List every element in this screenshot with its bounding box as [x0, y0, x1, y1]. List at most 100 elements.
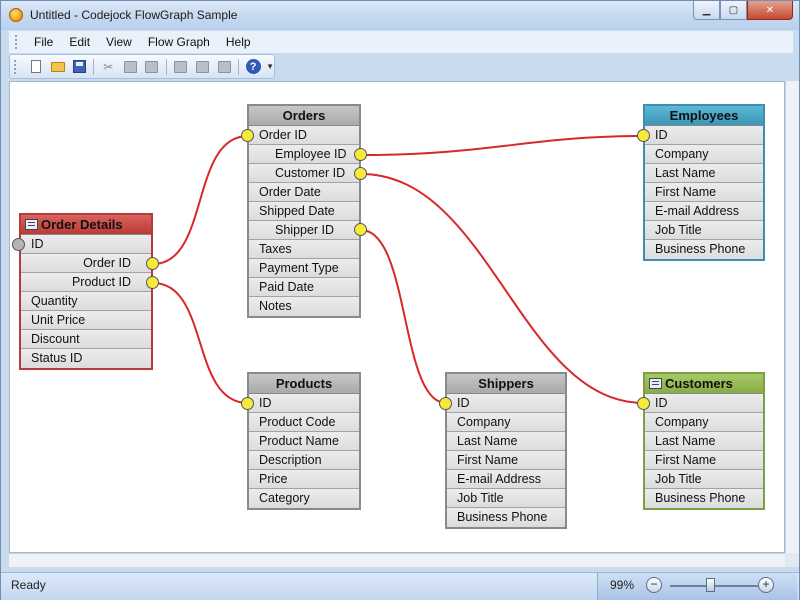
port-orders-employee-id[interactable]: [354, 148, 367, 161]
menu-help[interactable]: Help: [218, 35, 259, 49]
table-row[interactable]: Shipped Date: [249, 202, 359, 221]
zoom-in-button[interactable]: +: [758, 577, 774, 593]
table-row[interactable]: Product Name: [249, 432, 359, 451]
copy-button[interactable]: [119, 57, 141, 77]
table-row[interactable]: Payment Type: [249, 259, 359, 278]
menu-flow-graph[interactable]: Flow Graph: [140, 35, 218, 49]
connection-orderdetails-products[interactable]: [152, 282, 249, 404]
horizontal-scrollbar[interactable]: [9, 553, 785, 567]
table-row[interactable]: Business Phone: [645, 240, 763, 259]
port-order-details-product-id[interactable]: [146, 276, 159, 289]
table-row[interactable]: Last Name: [645, 432, 763, 451]
table-row[interactable]: Last Name: [447, 432, 565, 451]
table-row[interactable]: ID: [645, 394, 763, 413]
vertical-scrollbar[interactable]: [785, 81, 799, 553]
table-row[interactable]: Job Title: [645, 221, 763, 240]
port-products-id[interactable]: [241, 397, 254, 410]
menu-edit[interactable]: Edit: [61, 35, 98, 49]
table-row[interactable]: ID: [21, 235, 151, 254]
new-button[interactable]: [25, 57, 47, 77]
table-header[interactable]: Employees: [645, 106, 763, 126]
table-shippers[interactable]: Shippers ID Company Last Name First Name…: [445, 372, 567, 529]
table-row[interactable]: Employee ID: [249, 145, 359, 164]
menu-grip[interactable]: [15, 35, 18, 49]
port-shippers-id[interactable]: [439, 397, 452, 410]
connection-orders-employees[interactable]: [360, 135, 645, 156]
table-orders[interactable]: Orders Order ID Employee ID Customer ID …: [247, 104, 361, 318]
close-button[interactable]: ✕: [747, 1, 793, 20]
table-row[interactable]: Quantity: [21, 292, 151, 311]
table-order-details[interactable]: Order Details ID Order ID Product ID Qua…: [19, 213, 153, 370]
print-button[interactable]: [170, 57, 192, 77]
find-button[interactable]: [213, 57, 235, 77]
toolbar-grip[interactable]: [14, 59, 17, 74]
table-row[interactable]: Status ID: [21, 349, 151, 368]
table-row[interactable]: Company: [645, 413, 763, 432]
connection-orders-customers[interactable]: [360, 173, 645, 404]
table-row[interactable]: Last Name: [645, 164, 763, 183]
print-preview-button[interactable]: [192, 57, 214, 77]
minimize-button[interactable]: ▁: [693, 1, 720, 20]
table-row[interactable]: Customer ID: [249, 164, 359, 183]
paste-button[interactable]: [141, 57, 163, 77]
table-row[interactable]: First Name: [645, 451, 763, 470]
table-customers[interactable]: Customers ID Company Last Name First Nam…: [643, 372, 765, 510]
flowgraph-canvas[interactable]: Order Details ID Order ID Product ID Qua…: [9, 81, 785, 553]
menu-file[interactable]: File: [26, 35, 61, 49]
zoom-slider-track[interactable]: [670, 585, 762, 587]
table-row[interactable]: Price: [249, 470, 359, 489]
table-row[interactable]: Order ID: [249, 126, 359, 145]
table-row[interactable]: E-mail Address: [447, 470, 565, 489]
port-orders-shipper-id[interactable]: [354, 223, 367, 236]
open-button[interactable]: [47, 57, 69, 77]
zoom-out-button[interactable]: −: [646, 577, 662, 593]
table-header[interactable]: Orders: [249, 106, 359, 126]
table-row[interactable]: Order ID: [21, 254, 151, 273]
port-customers-id[interactable]: [637, 397, 650, 410]
table-row[interactable]: Company: [447, 413, 565, 432]
table-row[interactable]: Shipper ID: [249, 221, 359, 240]
cut-button[interactable]: ✂: [97, 57, 119, 77]
table-row[interactable]: First Name: [447, 451, 565, 470]
port-orders-customer-id[interactable]: [354, 167, 367, 180]
table-row[interactable]: Taxes: [249, 240, 359, 259]
zoom-slider-thumb[interactable]: [706, 578, 715, 592]
table-row[interactable]: Job Title: [447, 489, 565, 508]
table-row[interactable]: Paid Date: [249, 278, 359, 297]
table-header[interactable]: Shippers: [447, 374, 565, 394]
port-order-details-order-id[interactable]: [146, 257, 159, 270]
table-header[interactable]: Products: [249, 374, 359, 394]
table-row[interactable]: Category: [249, 489, 359, 508]
port-employees-id[interactable]: [637, 129, 650, 142]
table-header[interactable]: Customers: [645, 374, 763, 394]
table-row[interactable]: Order Date: [249, 183, 359, 202]
table-row[interactable]: ID: [447, 394, 565, 413]
table-row[interactable]: Unit Price: [21, 311, 151, 330]
table-row[interactable]: Product Code: [249, 413, 359, 432]
table-header[interactable]: Order Details: [21, 215, 151, 235]
connection-orders-shippers[interactable]: [360, 229, 447, 404]
table-row[interactable]: First Name: [645, 183, 763, 202]
toolbar-options-icon[interactable]: ▼: [266, 62, 274, 71]
table-employees[interactable]: Employees ID Company Last Name First Nam…: [643, 104, 765, 261]
connection-orderdetails-orders[interactable]: [152, 135, 249, 265]
save-button[interactable]: [69, 57, 91, 77]
table-row[interactable]: Business Phone: [645, 489, 763, 508]
table-products[interactable]: Products ID Product Code Product Name De…: [247, 372, 361, 510]
table-row[interactable]: Description: [249, 451, 359, 470]
table-row[interactable]: Business Phone: [447, 508, 565, 527]
table-row[interactable]: Notes: [249, 297, 359, 316]
table-row[interactable]: Job Title: [645, 470, 763, 489]
table-row[interactable]: ID: [645, 126, 763, 145]
port-orders-order-id[interactable]: [241, 129, 254, 142]
table-row[interactable]: ID: [249, 394, 359, 413]
table-row[interactable]: Company: [645, 145, 763, 164]
table-row[interactable]: E-mail Address: [645, 202, 763, 221]
table-row[interactable]: Discount: [21, 330, 151, 349]
maximize-button[interactable]: ▢: [720, 1, 747, 20]
table-row[interactable]: Product ID: [21, 273, 151, 292]
menu-view[interactable]: View: [98, 35, 140, 49]
table-title: Customers: [665, 376, 733, 391]
help-button[interactable]: ?: [242, 57, 264, 77]
port-order-details-id[interactable]: [12, 238, 25, 251]
